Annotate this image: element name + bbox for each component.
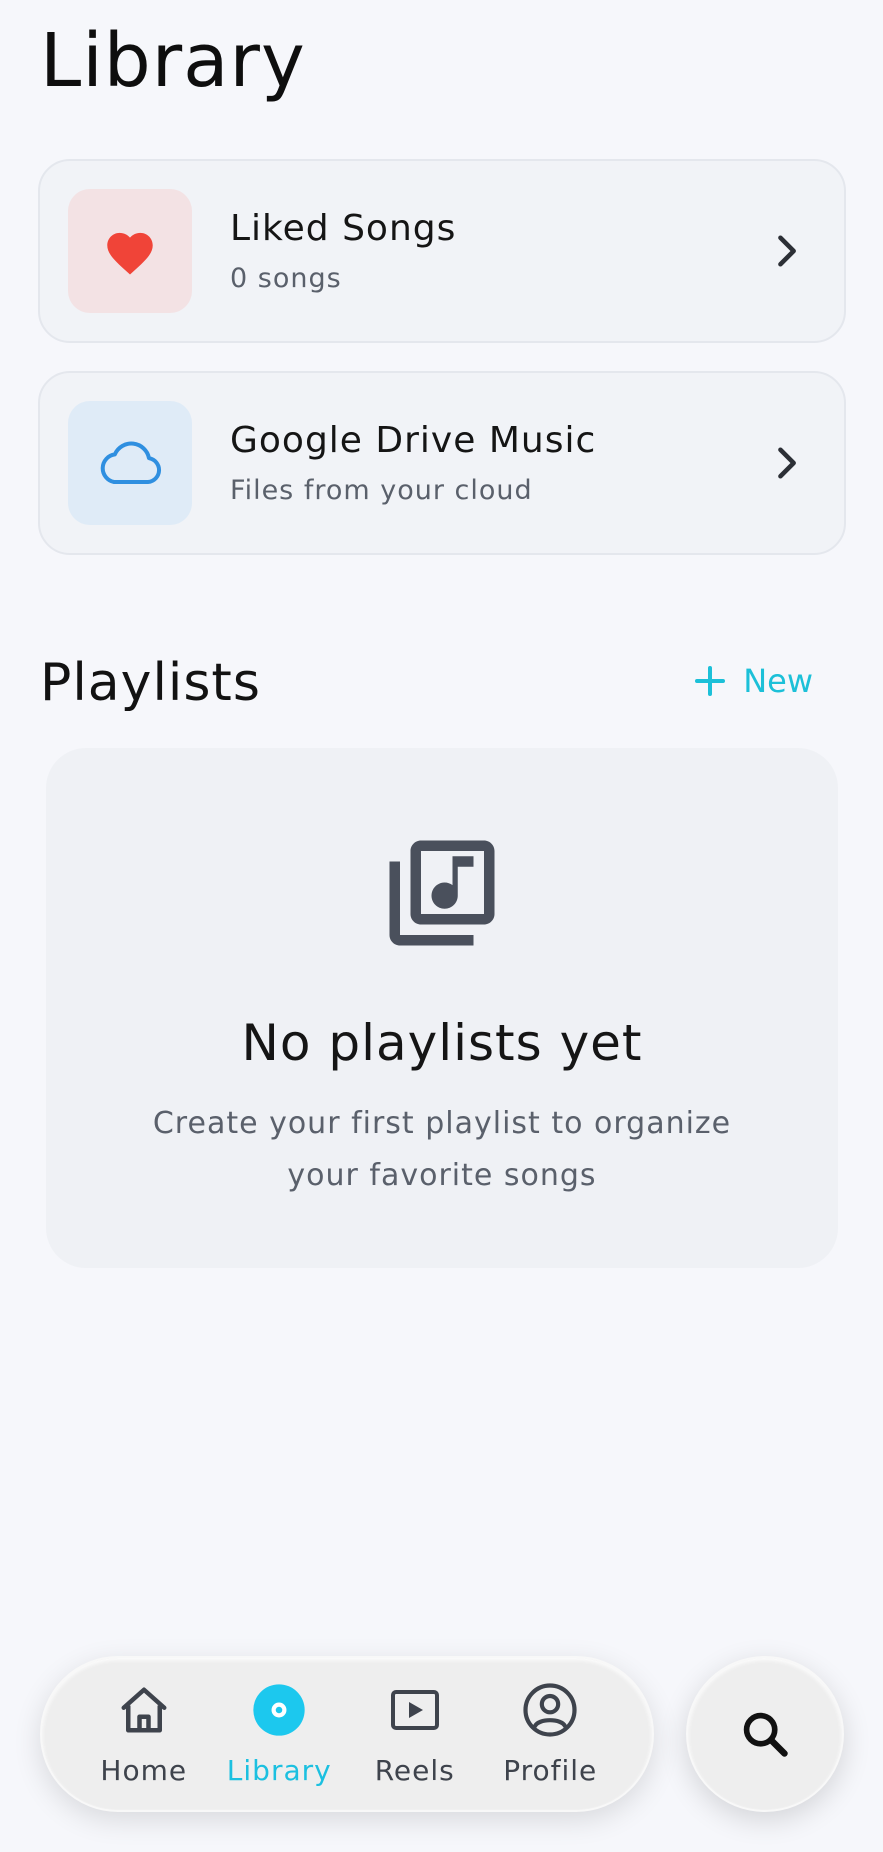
bottom-nav: Home Library Reels Profile <box>40 1656 654 1812</box>
search-button[interactable] <box>686 1656 844 1812</box>
chevron-right-icon <box>778 447 796 479</box>
library-music-icon <box>389 840 495 946</box>
cloud-icon <box>100 441 162 484</box>
nav-item-reels[interactable]: Reels <box>350 1682 480 1787</box>
playlists-heading: Playlists <box>40 653 261 713</box>
search-icon <box>743 1712 788 1757</box>
liked-songs-card[interactable]: Liked Songs 0 songs <box>38 159 846 343</box>
google-drive-card[interactable]: Google Drive Music Files from your cloud <box>38 371 846 555</box>
liked-songs-icon-tile <box>68 189 192 313</box>
reels-icon <box>390 1689 439 1730</box>
heart-icon <box>107 232 153 275</box>
google-drive-subtitle: Files from your cloud <box>230 475 533 506</box>
profile-icon <box>523 1682 577 1737</box>
nav-item-home[interactable]: Home <box>79 1682 209 1787</box>
nav-label-home: Home <box>100 1753 188 1787</box>
new-playlist-label: New <box>743 662 813 700</box>
nav-item-library[interactable]: Library <box>214 1682 344 1787</box>
nav-label-library: Library <box>226 1753 332 1787</box>
google-drive-icon-tile <box>68 401 192 525</box>
new-playlist-button[interactable]: New <box>695 662 813 700</box>
library-icon <box>253 1683 305 1736</box>
plus-icon <box>695 666 726 696</box>
home-icon <box>121 1687 167 1732</box>
chevron-right-icon <box>778 235 796 267</box>
page-title: Library <box>40 18 306 104</box>
empty-playlists-description: Create your first playlist to organize y… <box>152 1106 732 1193</box>
empty-playlists-card: No playlists yet Create your first playl… <box>46 748 838 1268</box>
google-drive-title: Google Drive Music <box>230 420 597 461</box>
nav-item-profile[interactable]: Profile <box>485 1682 615 1787</box>
nav-label-profile: Profile <box>503 1753 598 1787</box>
empty-playlists-title: No playlists yet <box>241 1014 643 1072</box>
liked-songs-count: 0 songs <box>230 263 342 294</box>
nav-label-reels: Reels <box>374 1753 455 1787</box>
liked-songs-title: Liked Songs <box>230 208 457 249</box>
